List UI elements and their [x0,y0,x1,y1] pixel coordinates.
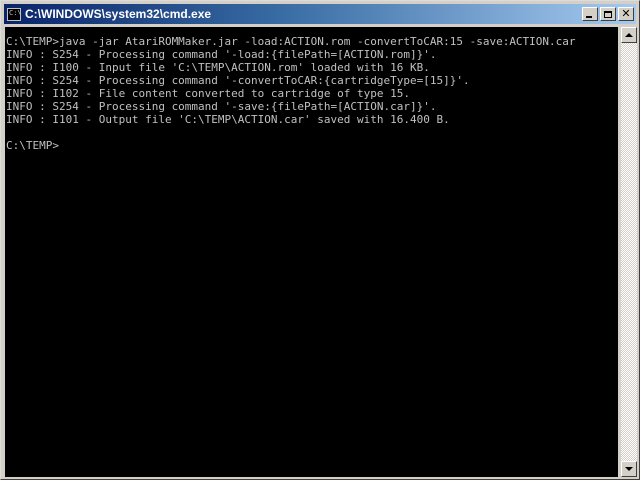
console-line: INFO : I100 - Input file 'C:\TEMP\ACTION… [6,61,430,74]
scrollbar-track[interactable] [621,43,637,461]
maximize-button[interactable] [600,7,616,21]
maximize-icon [604,10,612,18]
console-output[interactable]: C:\TEMP>java -jar AtariROMMaker.jar -loa… [5,27,618,477]
arrow-up-icon [625,33,633,37]
minimize-button[interactable] [582,7,598,21]
console-line: INFO : I102 - File content converted to … [6,87,410,100]
window-title: C:\WINDOWS\system32\cmd.exe [25,7,212,21]
console-text: C:\TEMP>java -jar AtariROMMaker.jar -loa… [5,27,618,152]
console-line: INFO : S254 - Processing command '-conve… [6,74,470,87]
scroll-up-button[interactable] [621,27,637,43]
console-line: INFO : S254 - Processing command '-load:… [6,48,437,61]
console-line: INFO : S254 - Processing command '-save:… [6,100,437,113]
arrow-down-icon [625,467,633,471]
console-app-icon-label: C:\ [9,8,22,17]
console-line: C:\TEMP>java -jar AtariROMMaker.jar -loa… [6,35,576,48]
title-bar[interactable]: C:\ C:\WINDOWS\system32\cmd.exe ✕ [4,4,636,24]
scroll-down-button[interactable] [621,461,637,477]
console-line: INFO : I101 - Output file 'C:\TEMP\ACTIO… [6,113,450,126]
window-controls: ✕ [580,7,634,21]
console-app-icon[interactable]: C:\ [7,7,22,21]
close-icon: ✕ [621,7,631,20]
console-line: C:\TEMP> [6,139,59,152]
close-button[interactable]: ✕ [618,7,634,21]
cmd-window: C:\ C:\WINDOWS\system32\cmd.exe ✕ C:\TEM… [0,0,640,480]
minimize-icon [586,16,592,18]
vertical-scrollbar[interactable] [620,27,637,477]
